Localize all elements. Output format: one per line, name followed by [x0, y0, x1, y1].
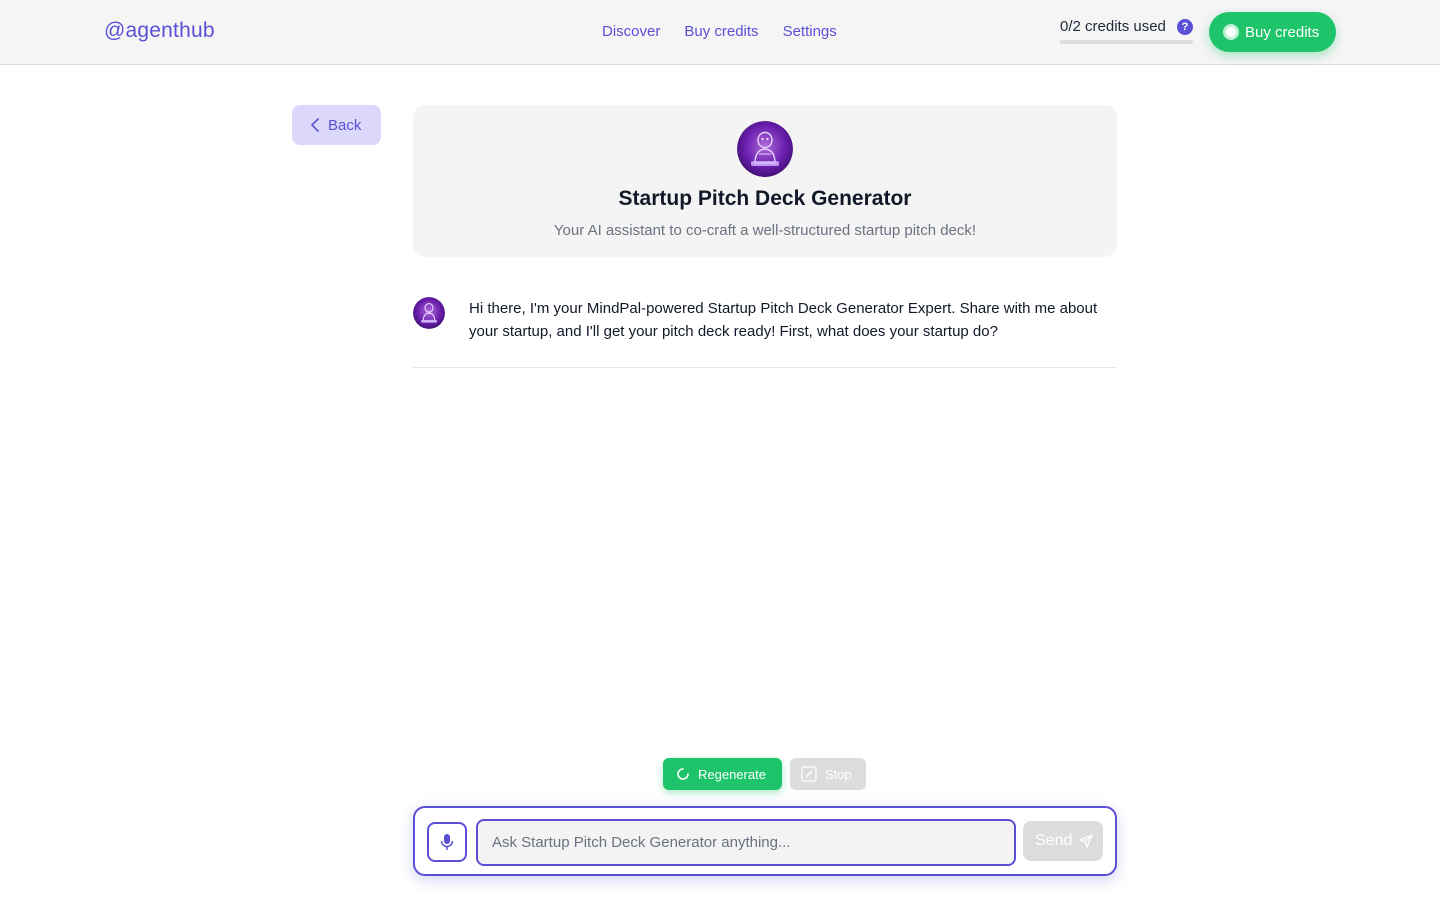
nav-discover-link[interactable]: Discover: [602, 23, 660, 40]
regenerate-button[interactable]: Regenerate: [663, 758, 782, 790]
send-label: Send: [1035, 832, 1073, 849]
assistant-avatar: [413, 297, 445, 329]
chat-input[interactable]: [476, 819, 1016, 866]
regenerate-label: Regenerate: [698, 766, 766, 782]
back-label: Back: [328, 116, 362, 134]
microphone-icon: [440, 834, 454, 850]
chevron-left-icon: [311, 118, 319, 132]
agent-avatar: [737, 121, 793, 177]
nav-settings-link[interactable]: Settings: [783, 23, 837, 40]
back-button[interactable]: Back: [292, 105, 381, 145]
microphone-button[interactable]: [427, 822, 467, 862]
brand-logo-link[interactable]: @agenthub: [104, 19, 215, 43]
buy-credits-button[interactable]: Buy credits: [1209, 12, 1336, 52]
robot-avatar-icon: [737, 121, 793, 177]
agent-title: Startup Pitch Deck Generator: [618, 187, 912, 210]
credits-progress-bar: [1060, 40, 1193, 44]
stop-label: Stop: [825, 766, 852, 782]
stop-icon: [801, 766, 817, 782]
agent-tagline: Your AI assistant to co-craft a well-str…: [553, 222, 977, 239]
main-nav: Discover Buy credits Settings: [602, 23, 837, 40]
agent-info-card: Startup Pitch Deck Generator Your AI ass…: [413, 105, 1117, 257]
top-navbar: @agenthub Discover Buy credits Settings …: [0, 0, 1440, 65]
coin-icon: [1223, 24, 1239, 40]
question-icon[interactable]: ?: [1177, 18, 1193, 35]
credits-usage: 0/2 credits used ?: [1060, 18, 1193, 44]
send-button[interactable]: Send: [1023, 821, 1103, 861]
paper-plane-icon: [1079, 834, 1094, 848]
robot-avatar-icon: [413, 297, 445, 329]
nav-buy-credits-link[interactable]: Buy credits: [684, 23, 758, 40]
assistant-message-text: Hi there, I'm your MindPal-powered Start…: [469, 300, 1098, 340]
chat-message: Hi there, I'm your MindPal-powered Start…: [413, 297, 1117, 368]
credits-used-text: 0/2 credits used: [1060, 18, 1166, 35]
message-composer: Send: [413, 806, 1117, 876]
buy-credits-label: Buy credits: [1245, 23, 1320, 41]
refresh-icon: [677, 768, 689, 780]
stop-button[interactable]: Stop: [790, 758, 866, 790]
